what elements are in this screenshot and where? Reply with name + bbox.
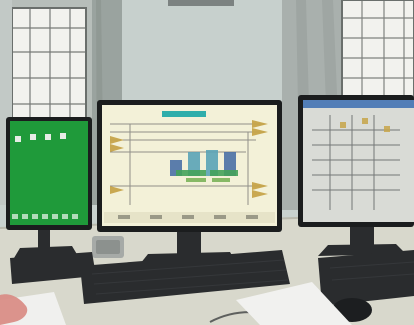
office-photo <box>0 0 414 325</box>
desk-phone <box>92 236 124 258</box>
right-screen <box>303 100 414 222</box>
photo-scene <box>0 0 414 325</box>
right-window <box>341 0 414 111</box>
